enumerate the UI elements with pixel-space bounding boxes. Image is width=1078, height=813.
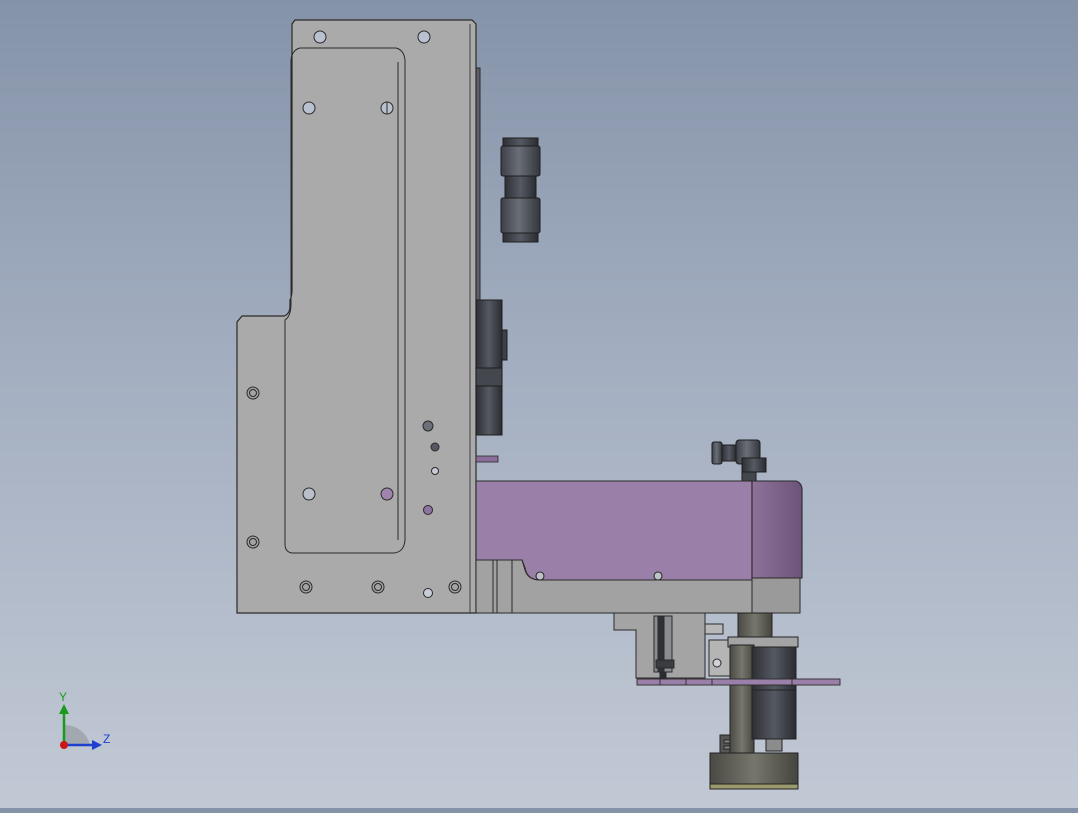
- hole: [313, 30, 327, 44]
- hole: [448, 580, 462, 594]
- push-in-air-fitting: [500, 137, 541, 243]
- hole: [422, 420, 434, 432]
- axis-triad: Y Z: [59, 690, 110, 750]
- axis-z-label: Z: [103, 732, 110, 746]
- linear-guide-block: [475, 299, 508, 436]
- purple-arm-housing: [475, 480, 803, 581]
- hole: [430, 442, 440, 452]
- hole: [371, 580, 385, 594]
- screw: [535, 571, 545, 581]
- screw: [653, 571, 663, 581]
- axis-y-label: Y: [59, 690, 67, 704]
- hole: [431, 467, 439, 475]
- purple-cross-plate: [636, 678, 841, 686]
- thin-purple-strip: [475, 455, 499, 463]
- hole: [299, 580, 313, 594]
- vertical-shaft-assembly: [727, 612, 799, 766]
- main-mounting-plate: [236, 19, 477, 614]
- elbow-air-fitting: [711, 439, 767, 483]
- hole: [423, 505, 433, 515]
- lower-sensor-bracket: [613, 612, 736, 681]
- hole: [417, 30, 431, 44]
- hole: [302, 487, 316, 501]
- cad-drawing: Y Z: [59, 19, 841, 790]
- origin-dot: [60, 741, 68, 749]
- hole: [380, 487, 394, 501]
- hole: [246, 535, 260, 549]
- hole: [302, 101, 316, 115]
- hole: [246, 386, 260, 400]
- cad-viewport[interactable]: Y Z: [0, 0, 1078, 808]
- hole: [423, 588, 433, 598]
